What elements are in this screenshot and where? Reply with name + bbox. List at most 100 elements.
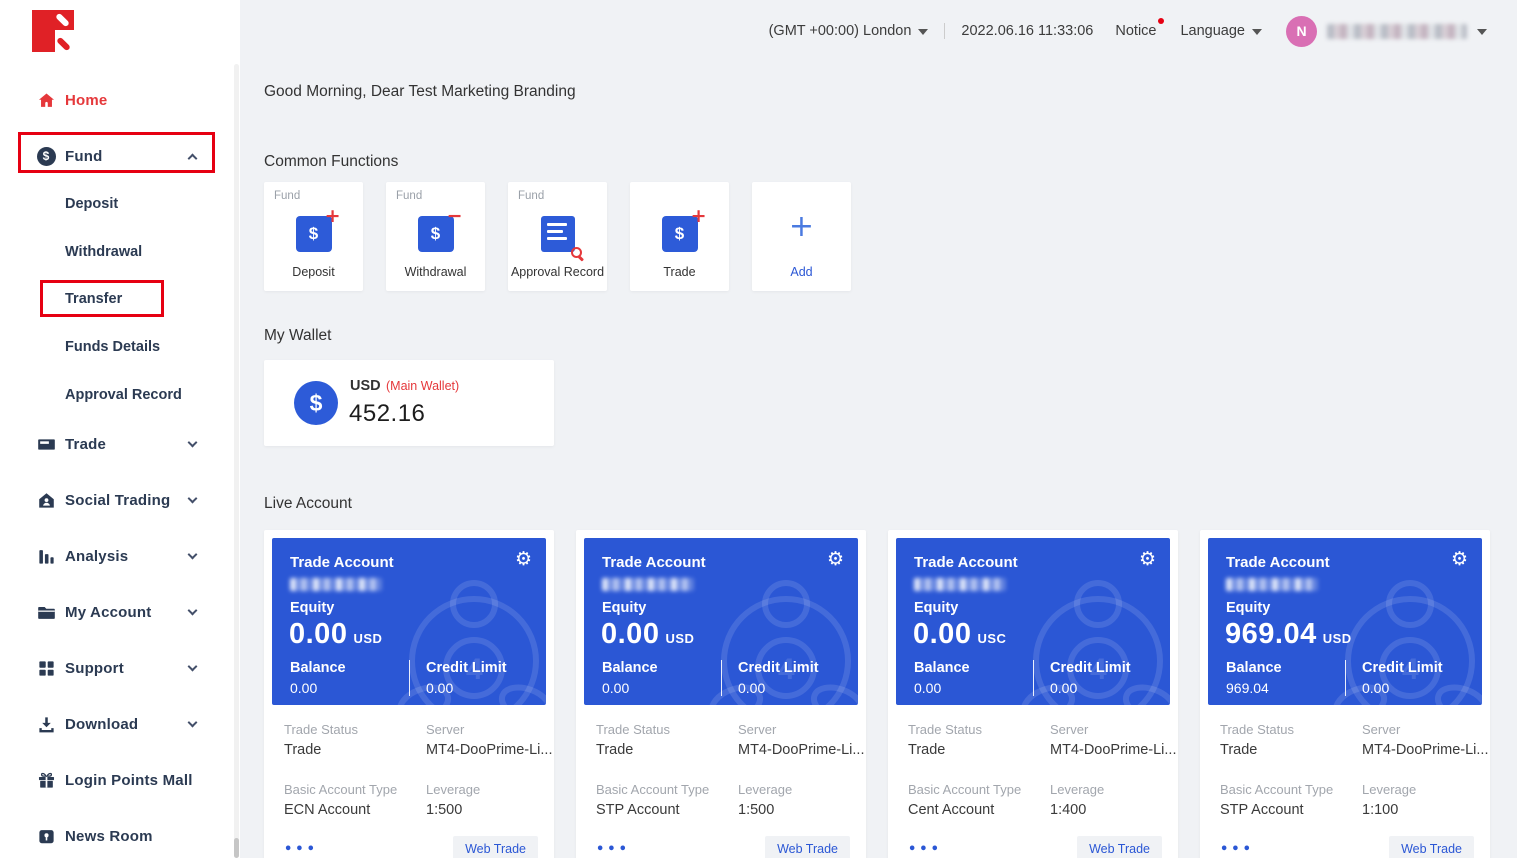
web-trade-button[interactable]: Web Trade	[1389, 836, 1474, 858]
balance-value: 0.00	[914, 680, 1033, 696]
account-number-redacted	[1226, 578, 1318, 591]
more-actions-ellipsis-icon[interactable]: •••	[596, 842, 630, 857]
account-title: Trade Account	[602, 554, 706, 571]
chevron-down-icon	[188, 606, 198, 616]
wallet-card[interactable]: $ USD (Main Wallet) 452.16	[264, 360, 554, 446]
section-title-common-functions: Common Functions	[264, 153, 398, 171]
sidebar-subitem-approval-record[interactable]: Approval Record	[0, 382, 240, 408]
wallet-currency: USD	[350, 378, 381, 394]
sidebar-scrollbar-thumb[interactable]	[234, 838, 239, 858]
equity-label: Equity	[914, 600, 958, 616]
caret-down-icon	[1477, 29, 1487, 35]
sidebar-subitem-deposit[interactable]: Deposit	[0, 191, 240, 217]
username-redacted	[1327, 24, 1467, 39]
more-actions-ellipsis-icon[interactable]: •••	[284, 842, 318, 857]
server-value: MT4-DooPrime-Li...	[1362, 742, 1489, 758]
sidebar-scrollbar-track[interactable]	[234, 64, 239, 858]
account-summary-panel: 4 Trade Account ⚙ Equity 0.00USD Balance…	[584, 538, 858, 705]
equity-currency: USD	[665, 631, 694, 646]
account-type-value: ECN Account	[284, 802, 370, 818]
account-number-redacted	[602, 578, 694, 591]
equity-currency: USD	[1323, 631, 1352, 646]
sidebar-item-my-account[interactable]: My Account	[0, 598, 240, 626]
wallet-dollar-icon: $	[294, 381, 338, 425]
balance-block: Balance 0.00	[896, 660, 1033, 696]
account-title: Trade Account	[914, 554, 1018, 571]
account-summary-panel: 4 Trade Account ⚙ Equity 969.04USD Balan…	[1208, 538, 1482, 705]
equity-value: 0.00	[289, 618, 347, 650]
web-trade-button[interactable]: Web Trade	[1077, 836, 1162, 858]
web-trade-button[interactable]: Web Trade	[453, 836, 538, 858]
plus-badge-icon: +	[325, 205, 341, 227]
account-title: Trade Account	[1226, 554, 1330, 571]
approval-record-document-icon	[541, 216, 575, 252]
avatar[interactable]: N	[1286, 16, 1317, 47]
sidebar-subitem-withdrawal[interactable]: Withdrawal	[0, 239, 240, 265]
sidebar-subitem-funds-details[interactable]: Funds Details	[0, 334, 240, 360]
function-card-approval-record[interactable]: Fund Approval Record	[508, 182, 607, 291]
sidebar-item-home[interactable]: Home	[0, 86, 240, 114]
sidebar-item-trade[interactable]: Trade	[0, 430, 240, 458]
leverage-value: 1:100	[1362, 802, 1398, 818]
account-card: 4 Trade Account ⚙ Equity 0.00USD Balance…	[264, 530, 554, 858]
equity-value: 969.04	[1225, 618, 1317, 650]
balance-block: Balance 0.00	[272, 660, 409, 696]
account-card: 4 Trade Account ⚙ Equity 969.04USD Balan…	[1200, 530, 1490, 858]
account-summary-panel: 4 Trade Account ⚙ Equity 0.00USD Balance…	[272, 538, 546, 705]
caret-down-icon	[1252, 29, 1262, 35]
user-menu[interactable]: N	[1286, 16, 1487, 47]
sidebar-item-social-trading[interactable]: Social Trading	[0, 486, 240, 514]
grid-icon	[36, 658, 56, 678]
greeting-text: Good Morning, Dear Test Marketing Brandi…	[264, 83, 576, 101]
language-selector[interactable]: Language	[1180, 23, 1262, 39]
wallet-main-tag: (Main Wallet)	[386, 379, 459, 393]
brand-logo[interactable]	[32, 10, 74, 52]
datetime-label: 2022.06.16 11:33:06	[961, 23, 1093, 39]
balance-value: 969.04	[1226, 680, 1345, 696]
account-summary-panel: 4 Trade Account ⚙ Equity 0.00USC Balance…	[896, 538, 1170, 705]
search-icon	[571, 247, 582, 258]
logo-slash-top	[55, 13, 70, 28]
balance-value: 0.00	[290, 680, 409, 696]
news-room-icon	[36, 826, 56, 846]
withdrawal-dollar-icon: $−	[418, 216, 454, 252]
leverage-value: 1:400	[1050, 802, 1086, 818]
sidebar-item-login-points-mall[interactable]: Login Points Mall	[0, 766, 240, 794]
equity-value: 0.00	[601, 618, 659, 650]
annotation-box-transfer	[40, 280, 164, 317]
function-card-withdrawal[interactable]: Fund $− Withdrawal	[386, 182, 485, 291]
sidebar-item-download[interactable]: Download	[0, 710, 240, 738]
sidebar-item-analysis[interactable]: Analysis	[0, 542, 240, 570]
timezone-label: (GMT +00:00) London	[769, 23, 912, 39]
leverage-value: 1:500	[426, 802, 462, 818]
sidebar-item-news-room[interactable]: News Room	[0, 822, 240, 850]
credit-limit-value: 0.00	[426, 680, 546, 696]
gear-icon[interactable]: ⚙	[1451, 550, 1468, 569]
app-screen: Home $ Fund Deposit Withdrawal Transfer …	[0, 0, 1517, 858]
account-type-value: STP Account	[596, 802, 680, 818]
timezone-selector[interactable]: (GMT +00:00) London	[769, 23, 929, 39]
gear-icon[interactable]: ⚙	[515, 550, 532, 569]
credit-limit-value: 0.00	[1362, 680, 1482, 696]
gear-icon[interactable]: ⚙	[1139, 550, 1156, 569]
wallet-icon	[36, 434, 56, 454]
add-plus-icon: +	[789, 212, 814, 242]
topbar: (GMT +00:00) London 2022.06.16 11:33:06 …	[240, 0, 1517, 62]
credit-limit-value: 0.00	[738, 680, 858, 696]
function-card-trade[interactable]: $+ Trade	[630, 182, 729, 291]
function-card-add[interactable]: + Add	[752, 182, 851, 291]
web-trade-button[interactable]: Web Trade	[765, 836, 850, 858]
server-value: MT4-DooPrime-Li...	[738, 742, 865, 758]
gear-icon[interactable]: ⚙	[827, 550, 844, 569]
equity-currency: USC	[977, 631, 1006, 646]
function-card-deposit[interactable]: Fund $+ Deposit	[264, 182, 363, 291]
sidebar-item-support[interactable]: Support	[0, 654, 240, 682]
notice-button[interactable]: Notice	[1115, 22, 1156, 40]
more-actions-ellipsis-icon[interactable]: •••	[1220, 842, 1254, 857]
more-actions-ellipsis-icon[interactable]: •••	[908, 842, 942, 857]
wallet-amount: 452.16	[349, 400, 425, 428]
social-trading-icon	[36, 490, 56, 510]
folder-icon	[36, 602, 56, 622]
deposit-dollar-icon: $+	[296, 216, 332, 252]
topbar-divider	[944, 23, 945, 39]
